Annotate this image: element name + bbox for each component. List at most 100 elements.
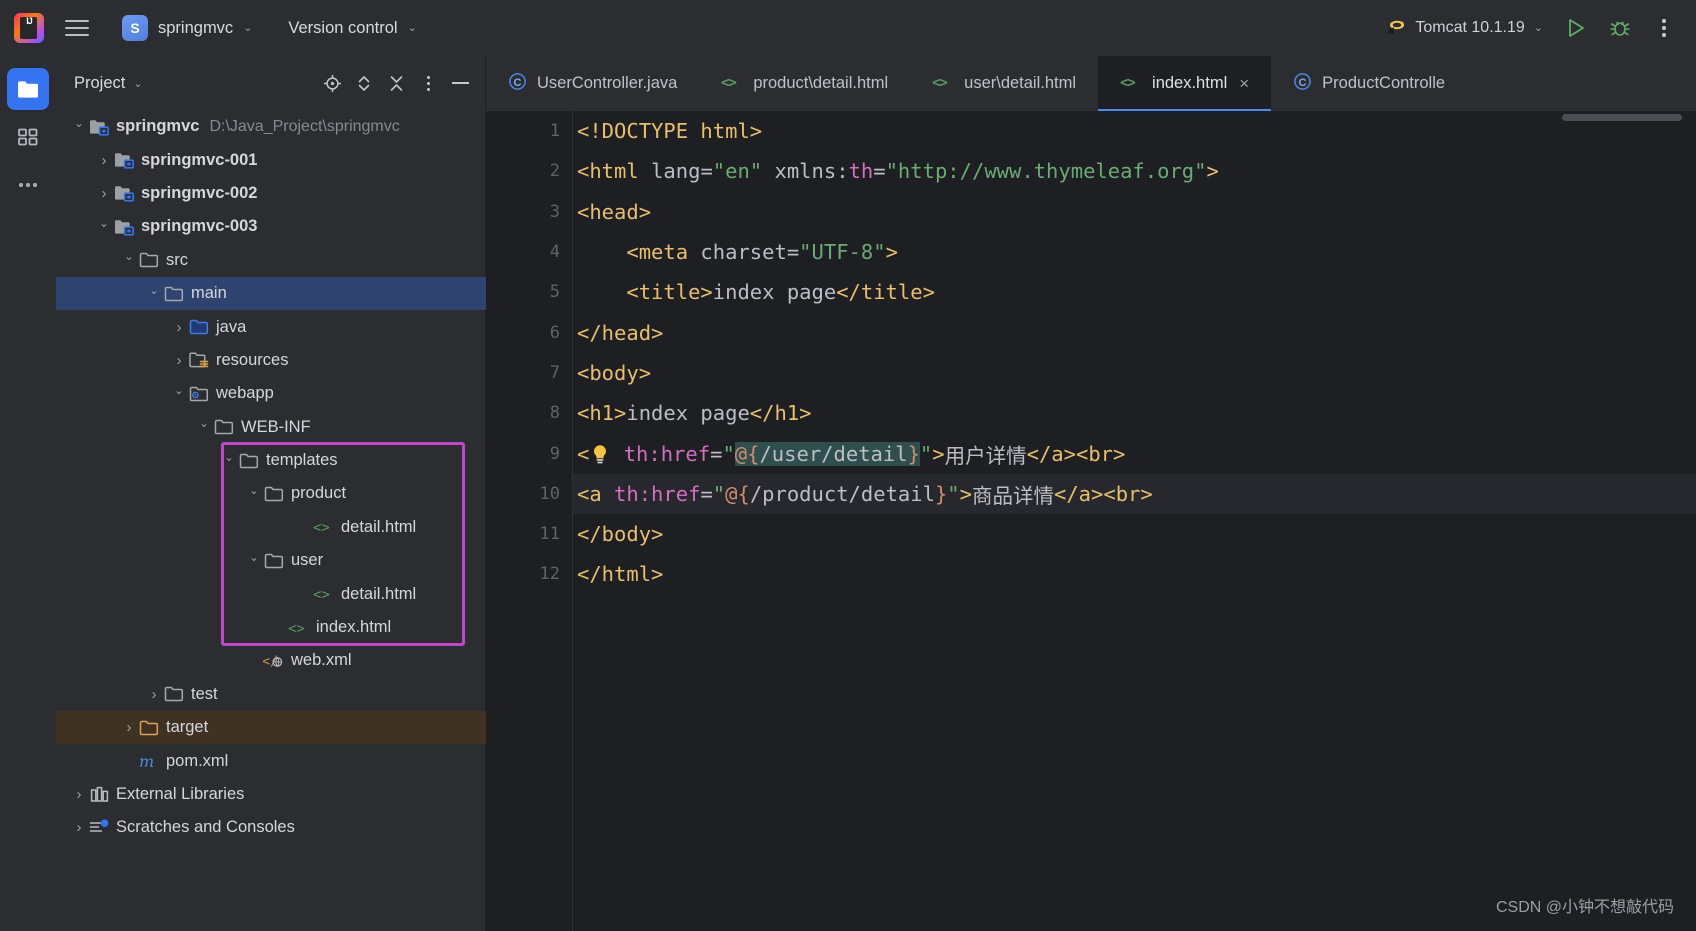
chevron-down-icon[interactable] [195, 420, 213, 434]
tree-node-webapp[interactable]: webapp [56, 377, 486, 410]
code-line[interactable]: </body> [573, 514, 1696, 554]
sidebar-item-project[interactable] [7, 68, 49, 110]
watermark-label: CSDN @小钟不想敲代码 [1495, 899, 1674, 916]
code-editor[interactable]: 1 2 3 4 5 6 7 8 9 10 11 12 <!DOCTYPE html> <html lan… [486, 111, 1696, 931]
code-line[interactable]: <head> [573, 192, 1696, 232]
hamburger-menu-icon[interactable] [60, 11, 94, 45]
editor-tab-index-html[interactable]: <> index.html × [1098, 56, 1272, 111]
crosshair-icon[interactable] [317, 68, 347, 98]
updown-chevrons-icon[interactable] [349, 68, 379, 98]
project-selector[interactable]: S springmvc ⌄ [112, 10, 262, 46]
tree-node-resources[interactable]: resources [56, 344, 486, 377]
chevron-down-icon[interactable] [95, 220, 113, 234]
tree-node-label: user [291, 551, 324, 570]
tree-node-pom-xml[interactable]: m pom.xml [56, 744, 486, 777]
debug-button[interactable] [1600, 8, 1640, 48]
chevron-down-icon[interactable] [170, 387, 188, 401]
version-control-widget[interactable]: Version control ⌄ [278, 10, 426, 46]
project-badge-icon: S [122, 15, 148, 41]
code-content[interactable]: <!DOCTYPE html> <html lang = "en" xmlns: th =… [573, 111, 1696, 931]
run-button[interactable] [1556, 8, 1596, 48]
chevron-right-icon[interactable] [70, 819, 88, 836]
chevron-right-icon[interactable] [70, 786, 88, 803]
collapse-all-icon[interactable] [381, 68, 411, 98]
tree-node-user[interactable]: user [56, 544, 486, 577]
close-icon[interactable]: × [1239, 74, 1249, 94]
chevron-right-icon[interactable] [170, 319, 188, 336]
chevron-down-icon[interactable] [120, 253, 138, 267]
code-line[interactable]: </html> [573, 554, 1696, 594]
tree-node-label: test [191, 684, 218, 703]
kebab-menu-icon[interactable] [413, 68, 443, 98]
tree-node-external-libraries[interactable]: External Libraries [56, 778, 486, 811]
code-line[interactable]: <h1> index page </h1> [573, 393, 1696, 433]
tree-node-web-inf[interactable]: WEB-INF [56, 411, 486, 444]
code-line[interactable]: <html lang = "en" xmlns: th = "http://www.thy… [573, 151, 1696, 191]
code-line[interactable]: <title> index page </title> [573, 272, 1696, 312]
tomcat-icon [1384, 19, 1406, 37]
line-number: 4 [549, 242, 560, 263]
chevron-down-icon[interactable]: ⌄ [133, 77, 142, 90]
tree-node-springmvc-002[interactable]: springmvc-002 [56, 177, 486, 210]
tree-node-scratches-and-consoles[interactable]: Scratches and Consoles [56, 811, 486, 844]
tree-node-label: Scratches and Consoles [116, 818, 295, 837]
tree-node-main[interactable]: main [56, 276, 486, 311]
tree-node-java[interactable]: java [56, 310, 486, 343]
tree-node-detail-html[interactable]: <> detail.html [56, 511, 486, 544]
project-tool-window: Project ⌄ ⌄ springmvc D:\Java_Project\sp… [56, 56, 486, 931]
project-tree[interactable]: springmvc D:\Java_Project\springmvc sprin… [56, 110, 486, 931]
chevron-down-icon[interactable] [70, 120, 88, 134]
tree-node-springmvc-003[interactable]: springmvc-003 [56, 210, 486, 243]
tree-node-label: java [216, 317, 247, 336]
tree-node-target[interactable]: target [56, 711, 486, 745]
code-line[interactable]: </head> [573, 312, 1696, 352]
chevron-down-icon[interactable] [220, 454, 238, 468]
code-token: > [1206, 159, 1219, 184]
tree-node-detail-html[interactable]: <> detail.html [56, 577, 486, 610]
code-line[interactable]: <!DOCTYPE html> [573, 111, 1696, 151]
more-actions-icon[interactable] [1644, 8, 1684, 48]
code-line[interactable]: <body> [573, 353, 1696, 393]
code-token: " [919, 441, 933, 466]
project-name-label: springmvc [158, 18, 234, 37]
hamburger-line [65, 34, 89, 36]
code-line[interactable]: <meta charset = "UTF-8" > [573, 232, 1696, 272]
svg-text:<>: <> [288, 621, 305, 637]
sidebar-item-more[interactable] [7, 164, 49, 206]
editor-tab-productcontrolle[interactable]: C ProductControlle [1271, 56, 1467, 111]
sidebar-item-structure[interactable] [7, 116, 49, 158]
editor-tab-user-detail-html[interactable]: <> user\detail.html [910, 56, 1098, 111]
tree-node-web-xml[interactable]: </ web.xml [56, 644, 486, 677]
chevron-down-icon[interactable] [245, 554, 263, 568]
intention-bulb-icon[interactable] [589, 442, 611, 466]
vertical-scrollbar[interactable] [1562, 114, 1682, 121]
editor-tab-bar[interactable]: C UserController.java <> product\detail.… [486, 56, 1696, 111]
tree-node-templates[interactable]: templates [56, 444, 486, 477]
editor-tab-product-detail-html[interactable]: <> product\detail.html [699, 56, 910, 111]
folder-icon [163, 685, 185, 703]
chevron-down-icon[interactable] [245, 487, 263, 501]
chevron-right-icon[interactable] [170, 352, 188, 369]
editor-tab-usercontroller-java[interactable]: C UserController.java [486, 56, 699, 111]
code-line[interactable]: <a th:href = " @{/product/detail} " > 商品详情 </a>… [573, 473, 1696, 514]
tree-node-index-html[interactable]: <> index.html [56, 611, 486, 644]
tree-node-springmvc[interactable]: springmvc D:\Java_Project\springmvc [56, 110, 486, 143]
tree-node-product[interactable]: product [56, 477, 486, 510]
chevron-right-icon[interactable] [120, 719, 138, 736]
tree-node-test[interactable]: test [56, 678, 486, 711]
tree-node-springmvc-001[interactable]: springmvc-001 [56, 143, 486, 176]
tree-node-src[interactable]: src [56, 244, 486, 277]
selected-expression[interactable]: @{/user/detail} [734, 441, 920, 466]
hide-panel-icon[interactable] [445, 68, 475, 98]
folder-icon [138, 251, 160, 269]
chevron-right-icon[interactable] [145, 686, 163, 703]
code-line[interactable]: < th:href = " @{/user/detail} " > 用户详情 </a> <br> [573, 433, 1696, 473]
chevron-right-icon[interactable] [95, 152, 113, 169]
kebab-glyph [426, 75, 430, 91]
chevron-down-icon[interactable] [145, 287, 163, 301]
code-token: <meta [577, 240, 701, 265]
kebab-glyph [1662, 19, 1666, 37]
code-token: = [710, 441, 723, 466]
chevron-right-icon[interactable] [95, 185, 113, 202]
run-configuration-selector[interactable]: Tomcat 10.1.19 ⌄ [1375, 11, 1552, 45]
